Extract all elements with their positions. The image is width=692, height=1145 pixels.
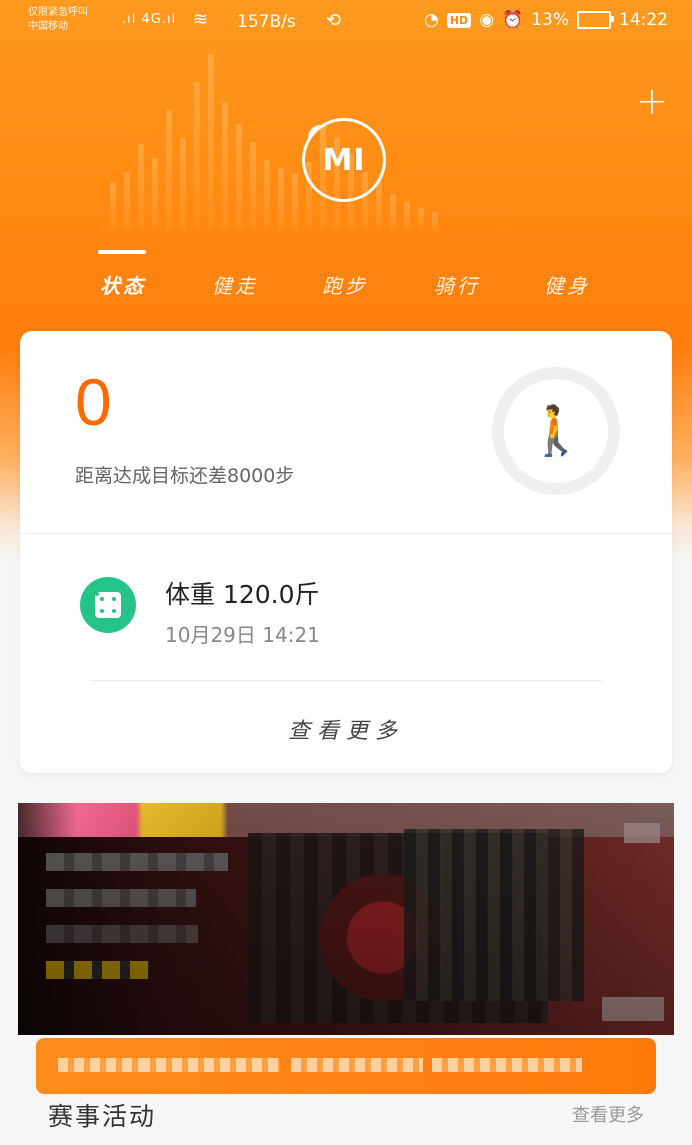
events-title: 赛事活动 <box>48 1102 157 1131</box>
battery-icon <box>577 11 614 29</box>
carrier-text: 仅限紧急呼叫 中国移动 <box>28 6 88 34</box>
promo-strip[interactable] <box>36 1038 656 1094</box>
tab-bar: 状态 健走 跑步 骑行 健身 <box>0 256 692 306</box>
weight-value: 体重 120.0斤 <box>165 580 320 609</box>
headphone-icon: ◔ <box>424 10 439 30</box>
promo-pixel-text <box>432 1058 582 1072</box>
promo-banner[interactable] <box>18 803 674 1035</box>
clock-time: 14:22 <box>619 10 668 30</box>
step-count: 0 <box>75 365 112 439</box>
walking-icon: 🚶 <box>526 403 586 459</box>
alarm-icon: ⏰ <box>502 10 524 30</box>
tab-status[interactable]: 状态 <box>78 270 168 299</box>
status-bar: 仅限紧急呼叫 中国移动 .ıl 4G.ıl ≋ 157B/s ⟲ ◔ HD ◉ … <box>0 0 692 46</box>
promo-pixel-text <box>291 1058 423 1072</box>
tab-walk[interactable]: 健走 <box>190 270 280 299</box>
divider <box>90 680 602 681</box>
walking-ring[interactable]: 🚶 <box>492 367 620 495</box>
network-type: 4G <box>141 12 162 27</box>
wifi-icon: ≋ <box>193 9 209 30</box>
step-goal-text: 距离达成目标还差8000步 <box>75 465 295 487</box>
mi-logo: MI <box>302 118 386 202</box>
summary-card: 0 距离达成目标还差8000步 🚶 体重 120.0斤 10月29日 14:21… <box>20 331 672 773</box>
battery-percent: 13% <box>531 10 569 30</box>
scale-icon <box>95 592 121 618</box>
weight-icon <box>80 577 136 633</box>
add-icon[interactable]: + <box>636 82 668 120</box>
mi-logo-text: MI <box>322 142 366 178</box>
tab-fitness[interactable]: 健身 <box>522 270 612 299</box>
signal-strength: .ıl 4G.ıl <box>122 12 177 27</box>
events-more-link[interactable]: 查看更多 <box>572 1101 644 1127</box>
network-speed: 157B/s <box>237 12 296 32</box>
promo-pixel-text <box>58 1058 140 1072</box>
carrier-top: 仅限紧急呼叫 <box>28 7 88 18</box>
divider <box>20 533 672 534</box>
tab-run[interactable]: 跑步 <box>300 270 390 299</box>
hd-badge: HD <box>446 12 472 28</box>
promo-pixel-text <box>140 1058 280 1072</box>
banner-shade <box>18 803 674 1035</box>
view-more-link[interactable]: 查看更多 <box>20 713 672 745</box>
eye-icon: ◉ <box>479 10 495 30</box>
weight-timestamp: 10月29日 14:21 <box>165 623 320 647</box>
spiral-icon: ⟲ <box>326 10 342 31</box>
tab-cycle[interactable]: 骑行 <box>412 270 502 299</box>
tab-indicator <box>98 250 146 254</box>
status-right: ◔ HD ◉ ⏰ 13% 14:22 <box>424 10 668 30</box>
carrier-bottom: 中国移动 <box>28 21 68 32</box>
